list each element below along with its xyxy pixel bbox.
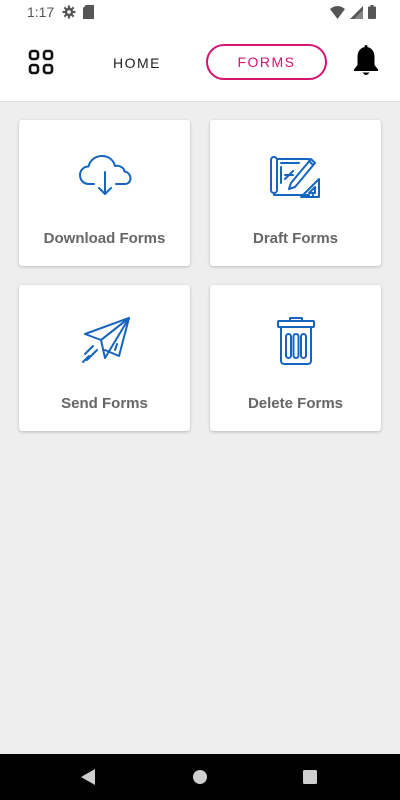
send-forms-card[interactable]: Send Forms	[19, 285, 190, 431]
tab-home[interactable]: HOME	[100, 48, 174, 78]
draft-forms-label: Draft Forms	[252, 230, 338, 247]
grid-icon	[28, 49, 54, 80]
notification-button[interactable]	[350, 44, 382, 82]
download-forms-label: Download Forms	[43, 230, 166, 247]
battery-icon	[368, 5, 376, 24]
status-right-icons	[330, 5, 376, 24]
delete-forms-card[interactable]: Delete Forms	[210, 285, 381, 431]
cloud-download-icon	[75, 146, 135, 206]
status-time: 1:17	[27, 4, 55, 20]
recents-icon[interactable]	[303, 770, 317, 789]
settings-icon	[62, 5, 76, 24]
status-bar: 1:17	[0, 0, 400, 26]
system-nav-bar	[0, 754, 400, 800]
status-left-icons	[62, 5, 94, 24]
send-forms-label: Send Forms	[61, 395, 148, 412]
app-bar: HOME FORMS	[0, 26, 400, 102]
delete-forms-label: Delete Forms	[247, 395, 344, 412]
tab-forms[interactable]: FORMS	[206, 44, 327, 80]
download-forms-card[interactable]: Download Forms	[19, 120, 190, 266]
paper-plane-icon	[75, 311, 135, 371]
home-icon[interactable]	[192, 769, 208, 790]
back-icon[interactable]	[80, 768, 96, 791]
draft-forms-card[interactable]: Draft Forms	[210, 120, 381, 266]
sd-card-icon	[83, 5, 94, 24]
bell-icon	[352, 44, 380, 82]
blueprint-pencil-icon	[266, 146, 326, 206]
trash-icon	[266, 311, 326, 371]
cell-signal-icon	[350, 5, 363, 24]
forms-card-grid: Download Forms Draft Forms Send Forms De…	[19, 120, 381, 431]
grid-menu-button[interactable]	[27, 49, 55, 80]
wifi-icon	[330, 5, 345, 24]
